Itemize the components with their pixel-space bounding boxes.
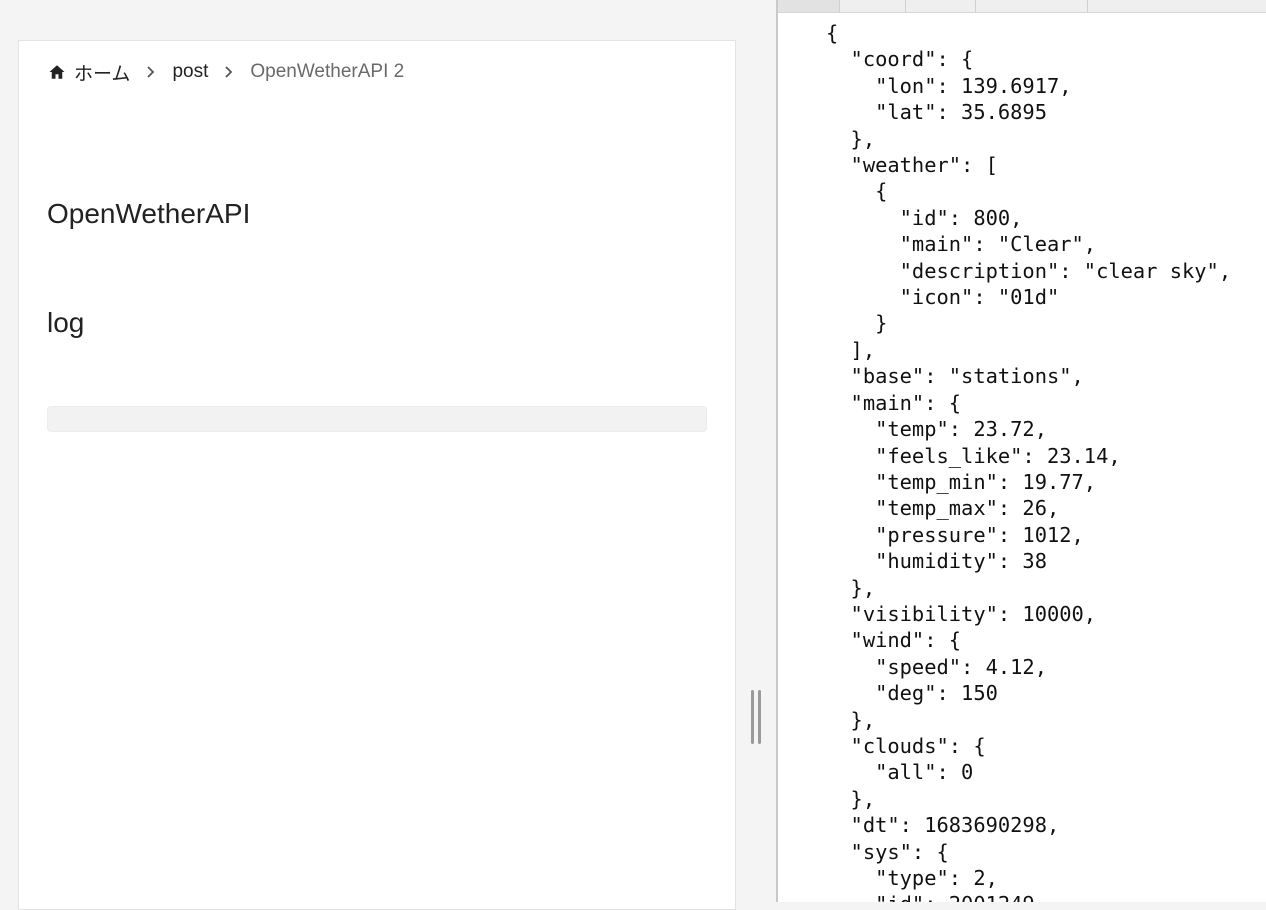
json-line: "weather": [ [826, 153, 998, 178]
json-panel-tab[interactable] [906, 0, 976, 12]
json-line: "sys": { [826, 839, 949, 864]
json-line: { [826, 179, 888, 204]
json-line: }, [826, 707, 876, 732]
json-line: "feels_like": 23.14, [826, 443, 1121, 468]
breadcrumb-home-label: ホーム [74, 63, 131, 85]
json-line: "temp_min": 19.77, [826, 469, 1097, 494]
json-line: "humidity": 38 [826, 549, 1047, 574]
content-card: ホーム post OpenWetherAPI 2 OpenWetherAPI l… [18, 40, 736, 910]
json-line: "coord": { [826, 47, 974, 72]
json-line: "all": 0 [826, 760, 974, 785]
json-line: "id": 800, [826, 205, 1023, 230]
json-line: }, [826, 126, 876, 151]
log-output [47, 406, 707, 432]
resize-handle-icon[interactable] [749, 690, 763, 744]
json-line: ], [826, 337, 876, 362]
json-line: } [826, 311, 888, 336]
json-line: "base": "stations", [826, 364, 1084, 389]
json-line: "type": 2, [826, 866, 998, 890]
json-line: "main": { [826, 390, 962, 415]
json-line: "description": "clear sky", [826, 258, 1232, 283]
json-line: "wind": { [826, 628, 962, 653]
log-heading: log [47, 307, 85, 338]
breadcrumb-item-post[interactable]: post [172, 61, 208, 83]
breadcrumb-item-current: OpenWetherAPI 2 [250, 61, 405, 82]
json-panel-tab[interactable] [778, 0, 840, 12]
json-panel-tab[interactable] [976, 0, 1088, 12]
json-line: }, [826, 786, 876, 811]
json-line: }, [826, 575, 876, 600]
json-line: "lat": 35.6895 [826, 100, 1047, 125]
chevron-right-icon [224, 65, 234, 79]
json-line: "clouds": { [826, 733, 986, 758]
json-panel-tabbar [778, 0, 1266, 13]
breadcrumb-home[interactable]: ホーム [48, 59, 130, 86]
json-line: { [826, 21, 839, 45]
json-line: "pressure": 1012, [826, 522, 1084, 547]
json-panel[interactable]: { "coord": { "lon": 139.6917, "lat": 35.… [776, 0, 1266, 902]
json-line: "temp": 23.72, [826, 417, 1047, 442]
chevron-right-icon [146, 65, 156, 79]
home-icon [49, 65, 65, 79]
json-line: "lon": 139.6917, [826, 73, 1072, 98]
json-panel-tab[interactable] [840, 0, 906, 12]
breadcrumb: ホーム post OpenWetherAPI 2 [48, 59, 404, 85]
json-line: "deg": 150 [826, 681, 998, 706]
json-line: "main": "Clear", [826, 232, 1097, 257]
json-line: "temp_max": 26, [826, 496, 1060, 521]
json-line: "id": 2001249, [826, 891, 1231, 902]
left-pane: ホーム post OpenWetherAPI 2 OpenWetherAPI l… [0, 0, 776, 910]
json-line: "icon": "01d" [826, 285, 1060, 310]
json-viewer: { "coord": { "lon": 139.6917, "lat": 35.… [826, 20, 1231, 902]
json-line: "dt": 1683690298, [826, 813, 1060, 838]
json-line: "visibility": 10000, [826, 601, 1097, 626]
page-title: OpenWetherAPI [47, 198, 251, 229]
json-line: "speed": 4.12, [826, 654, 1047, 679]
